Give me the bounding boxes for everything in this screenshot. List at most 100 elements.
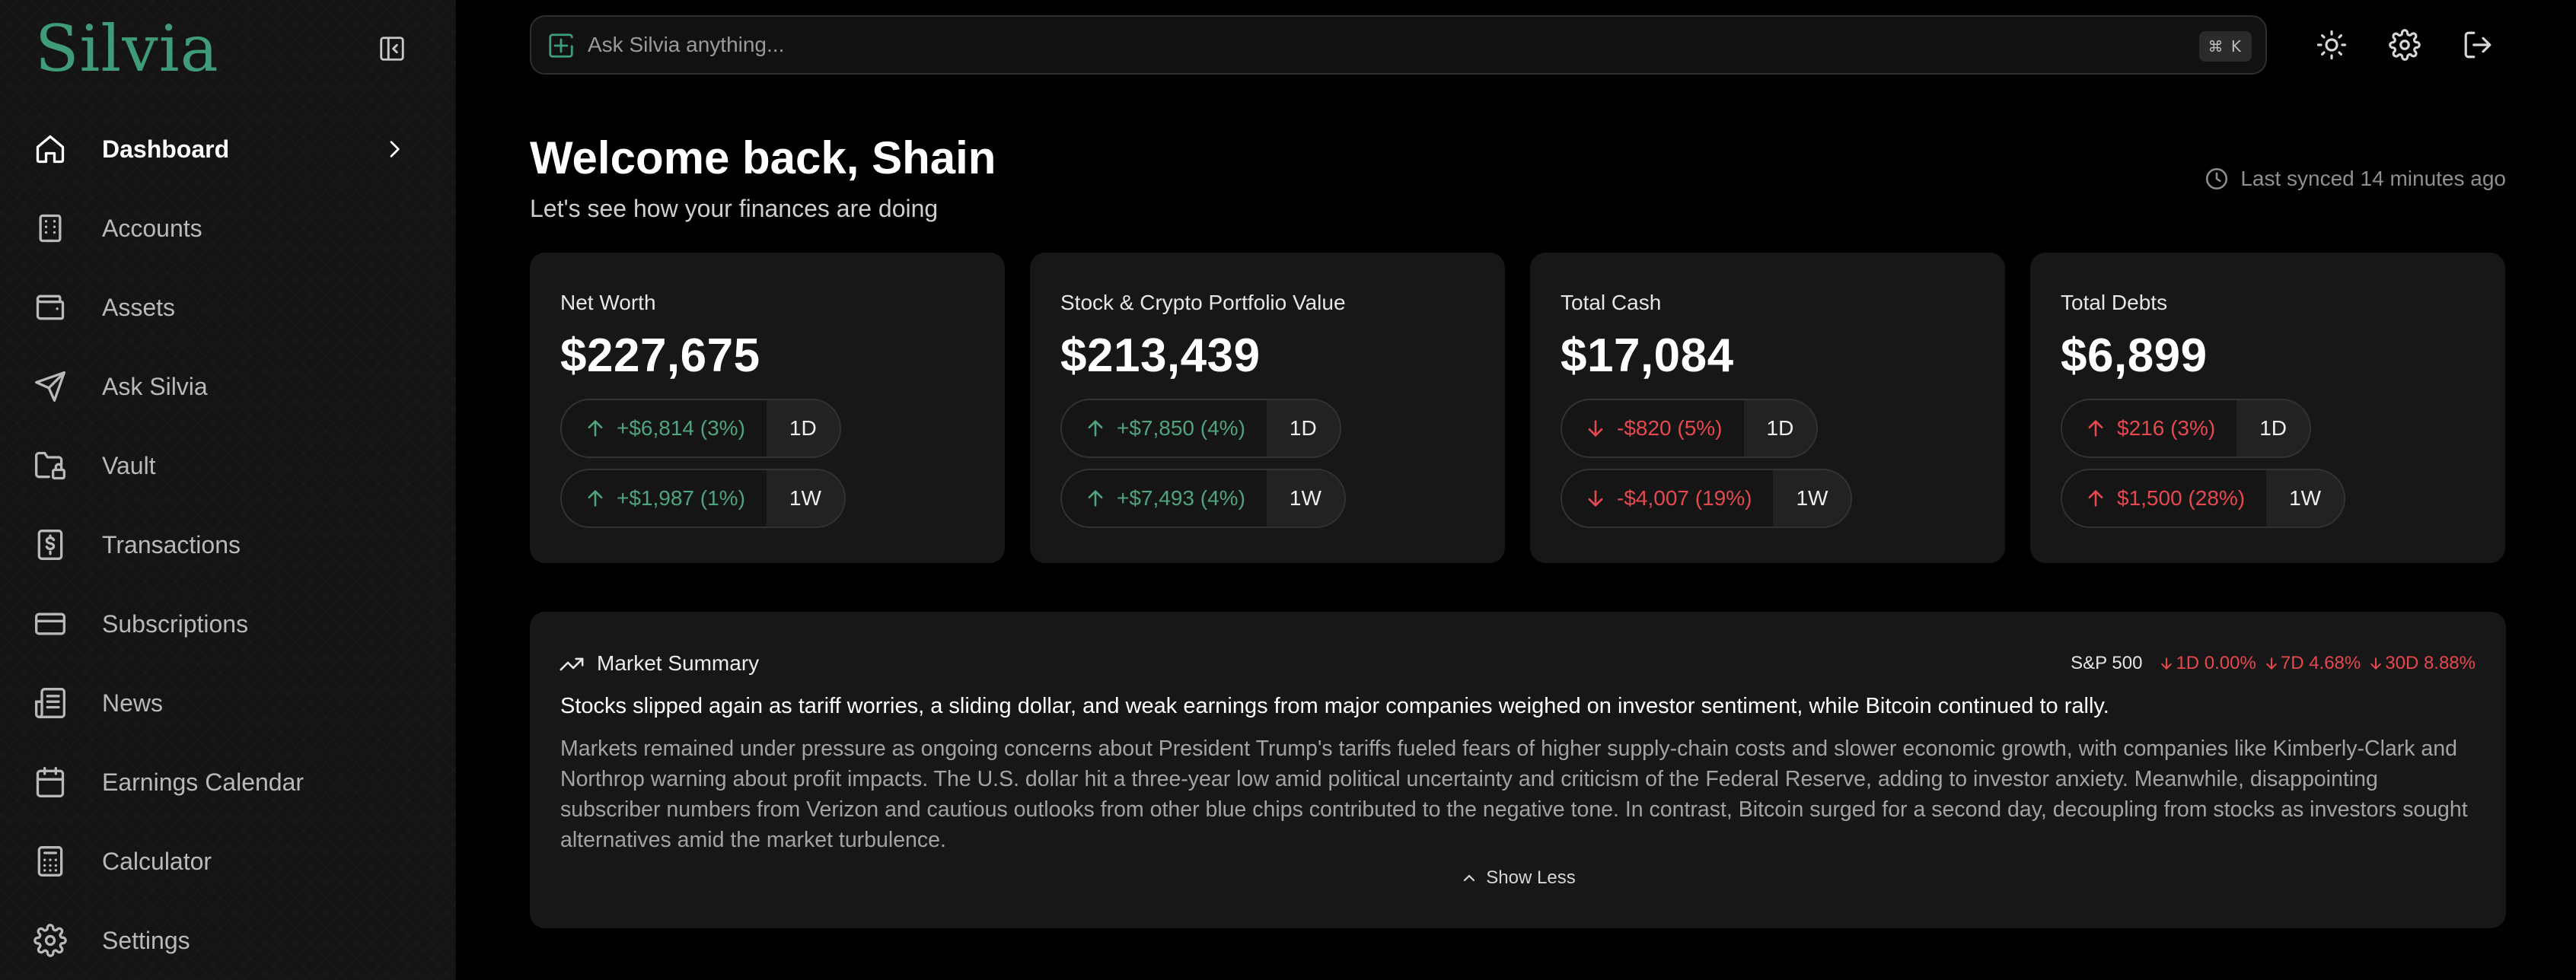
- calculator-icon: [33, 845, 67, 878]
- stat-7d: 7D 4.68%: [2264, 653, 2361, 674]
- period-label: 1D: [766, 400, 840, 457]
- arrow-up-icon: [1085, 488, 1117, 509]
- period-label: 1D: [1266, 400, 1340, 457]
- card-label: Total Cash: [1561, 291, 1662, 314]
- wallet-icon: [33, 291, 67, 324]
- card-total-cash: Total Cash $17,084 -$820 (5%) 1D -$4,007…: [1530, 253, 2005, 563]
- period-label: 1W: [766, 470, 844, 527]
- change-value: -$4,007 (19%): [1617, 486, 1752, 510]
- sidebar-item-label: News: [102, 689, 164, 717]
- sidebar-item-calculator[interactable]: Calculator: [33, 822, 414, 901]
- clock-icon: [2204, 166, 2230, 192]
- sun-icon[interactable]: [2316, 29, 2348, 61]
- dollar-receipt-icon: [33, 528, 67, 562]
- last-synced-text: Last synced 14 minutes ago: [2240, 167, 2506, 190]
- sidebar-item-subscriptions[interactable]: Subscriptions: [33, 584, 414, 663]
- change-pill-1d[interactable]: $216 (3%) 1D: [2061, 399, 2311, 458]
- logout-icon[interactable]: [2462, 29, 2494, 61]
- card-net-worth: Net Worth $227,675 +$6,814 (3%) 1D +$1,9…: [530, 253, 1005, 563]
- card-total-debts: Total Debts $6,899 $216 (3%) 1D $1,500 (…: [2030, 253, 2505, 563]
- chevron-right-icon: [382, 137, 406, 161]
- sidebar-item-label: Vault: [102, 451, 156, 479]
- page-title: Welcome back, Shain: [530, 132, 996, 183]
- sidebar-item-assets[interactable]: Assets: [33, 268, 414, 347]
- search-bar[interactable]: Ask Silvia anything... ⌘ K: [530, 15, 2267, 75]
- show-less-button[interactable]: Show Less: [530, 867, 2506, 889]
- last-synced: Last synced 14 minutes ago: [2204, 166, 2506, 192]
- sidebar-item-dashboard[interactable]: Dashboard: [33, 110, 414, 189]
- calendar-icon: [33, 765, 67, 799]
- ai-sparkle-icon: [547, 31, 575, 60]
- card-value: $6,899: [2061, 329, 2208, 382]
- change-value: $216 (3%): [2117, 416, 2216, 440]
- search-input[interactable]: Ask Silvia anything...: [588, 33, 784, 57]
- change-value: +$7,493 (4%): [1117, 486, 1245, 510]
- card-label: Net Worth: [560, 291, 656, 314]
- arrow-down-icon: [2159, 656, 2176, 671]
- arrow-down-icon: [2368, 656, 2385, 671]
- trending-up-icon: [559, 651, 585, 677]
- arrow-up-icon: [2085, 488, 2117, 509]
- sidebar-item-news[interactable]: News: [33, 663, 414, 743]
- period-label: 1W: [1266, 470, 1344, 527]
- sidebar-item-transactions[interactable]: Transactions: [33, 505, 414, 584]
- sidebar-item-label: Assets: [102, 293, 176, 321]
- change-pill-1w[interactable]: +$7,493 (4%) 1W: [1060, 469, 1346, 528]
- show-less-label: Show Less: [1486, 867, 1576, 888]
- period-label: 1W: [1773, 470, 1851, 527]
- arrow-down-icon: [1585, 418, 1617, 439]
- sidebar-item-earnings-calendar[interactable]: Earnings Calendar: [33, 743, 414, 822]
- arrow-down-icon: [1585, 488, 1617, 509]
- app-logo[interactable]: Silvia: [35, 11, 219, 87]
- sidebar-item-vault[interactable]: Vault: [33, 426, 414, 505]
- collapse-sidebar-icon[interactable]: [378, 34, 406, 63]
- market-summary: Market Summary S&P 500 1D 0.00% 7D 4.68%…: [530, 612, 2506, 928]
- gear-icon[interactable]: [2389, 29, 2421, 61]
- sp500-stats: S&P 500 1D 0.00% 7D 4.68% 30D 8.88%: [2071, 653, 2476, 674]
- change-pill-1w[interactable]: +$1,987 (1%) 1W: [560, 469, 846, 528]
- arrow-up-icon: [1085, 418, 1117, 439]
- sidebar-nav: Dashboard Accounts Assets Ask Silvia Vau…: [33, 110, 414, 980]
- sidebar-item-ask-silvia[interactable]: Ask Silvia: [33, 347, 414, 426]
- change-pill-1d[interactable]: +$7,850 (4%) 1D: [1060, 399, 1341, 458]
- change-value: +$7,850 (4%): [1117, 416, 1245, 440]
- market-summary-title: Market Summary: [597, 651, 760, 675]
- sidebar-item-label: Earnings Calendar: [102, 768, 304, 796]
- shortcut-badge: ⌘ K: [2198, 31, 2252, 62]
- chevron-up-icon: [1460, 869, 1486, 887]
- period-label: 1D: [2236, 400, 2310, 457]
- card-label: Total Debts: [2061, 291, 2168, 314]
- sidebar-item-label: Ask Silvia: [102, 372, 208, 400]
- folder-lock-icon: [33, 449, 67, 482]
- sidebar-item-settings[interactable]: Settings: [33, 901, 414, 980]
- change-value: +$1,987 (1%): [617, 486, 745, 510]
- send-icon: [33, 370, 67, 403]
- sidebar-item-label: Transactions: [102, 530, 241, 558]
- index-label: S&P 500: [2071, 653, 2143, 673]
- gear-icon: [33, 924, 67, 957]
- page-subtitle: Let's see how your finances are doing: [530, 195, 939, 222]
- period-label: 1W: [2266, 470, 2345, 527]
- card-value: $17,084: [1561, 329, 1734, 382]
- home-icon: [33, 132, 67, 166]
- change-value: $1,500 (28%): [2117, 486, 2246, 510]
- stat-value: 7D 4.68%: [2280, 653, 2361, 673]
- card-value: $227,675: [560, 329, 760, 382]
- change-pill-1d[interactable]: -$820 (5%) 1D: [1561, 399, 1819, 458]
- card-label: Stock & Crypto Portfolio Value: [1060, 291, 1346, 314]
- change-pill-1d[interactable]: +$6,814 (3%) 1D: [560, 399, 841, 458]
- stat-1d: 1D 0.00%: [2159, 653, 2256, 674]
- sidebar-item-label: Calculator: [102, 847, 212, 875]
- newspaper-icon: [33, 686, 67, 720]
- credit-card-icon: [33, 607, 67, 641]
- market-body: Markets remained under pressure as ongoi…: [560, 737, 2468, 852]
- sidebar-item-accounts[interactable]: Accounts: [33, 189, 414, 268]
- building-icon: [33, 212, 67, 245]
- sidebar-item-label: Subscriptions: [102, 609, 249, 638]
- change-pill-1w[interactable]: $1,500 (28%) 1W: [2061, 469, 2346, 528]
- period-label: 1D: [1743, 400, 1817, 457]
- change-value: +$6,814 (3%): [617, 416, 745, 440]
- change-value: -$820 (5%): [1617, 416, 1723, 440]
- arrow-up-icon: [585, 418, 617, 439]
- change-pill-1w[interactable]: -$4,007 (19%) 1W: [1561, 469, 1853, 528]
